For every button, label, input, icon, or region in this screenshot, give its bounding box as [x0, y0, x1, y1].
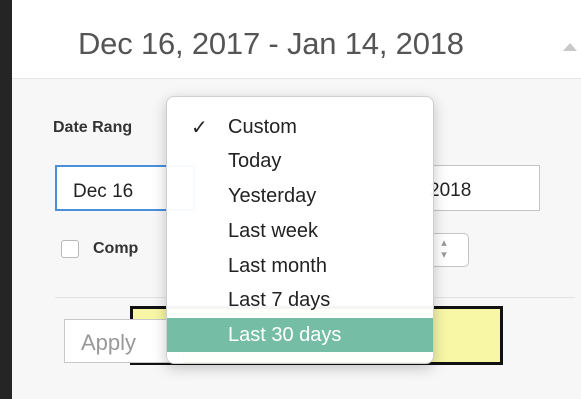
- menu-item-label: Yesterday: [228, 185, 317, 207]
- menu-item-last-month[interactable]: Last month: [167, 249, 433, 283]
- menu-item-last-week[interactable]: Last week: [167, 214, 433, 248]
- date-range-display[interactable]: Dec 16, 2017 - Jan 14, 2018: [78, 26, 464, 62]
- date-picker-panel: Dec 16, 2017 - Jan 14, 2018 Date Rang De…: [12, 0, 581, 399]
- menu-item-last-7-days[interactable]: Last 7 days: [167, 283, 433, 317]
- menu-item-label: Last week: [228, 220, 319, 242]
- menu-item-label: Last month: [228, 255, 327, 277]
- menu-item-label: Last 30 days: [228, 324, 342, 346]
- menu-item-label: Last 7 days: [228, 289, 331, 311]
- menu-item-label: Today: [228, 150, 282, 172]
- stepper-arrows-icon[interactable]: ▴ ▾: [437, 237, 451, 261]
- menu-item-today[interactable]: Today: [167, 144, 433, 178]
- end-date-value: 2018: [429, 180, 472, 201]
- menu-item-last-30-days[interactable]: Last 30 days: [167, 318, 433, 352]
- date-range-label: Date Rang: [53, 119, 133, 136]
- date-range-header[interactable]: Dec 16, 2017 - Jan 14, 2018: [12, 0, 581, 79]
- compare-checkbox[interactable]: [61, 240, 79, 258]
- menu-item-yesterday[interactable]: Yesterday: [167, 179, 433, 213]
- start-date-value: Dec 16: [73, 181, 134, 202]
- menu-item-custom[interactable]: ✓ Custom: [167, 110, 433, 144]
- compare-label: Comp: [93, 240, 139, 257]
- menu-item-label: Custom: [228, 116, 297, 138]
- checkmark-icon: ✓: [191, 117, 208, 139]
- date-range-dropdown-menu: ✓ Custom Today Yesterday Last week Last …: [166, 96, 434, 364]
- caret-up-icon[interactable]: [563, 43, 577, 51]
- apply-button-label: Apply: [81, 330, 137, 355]
